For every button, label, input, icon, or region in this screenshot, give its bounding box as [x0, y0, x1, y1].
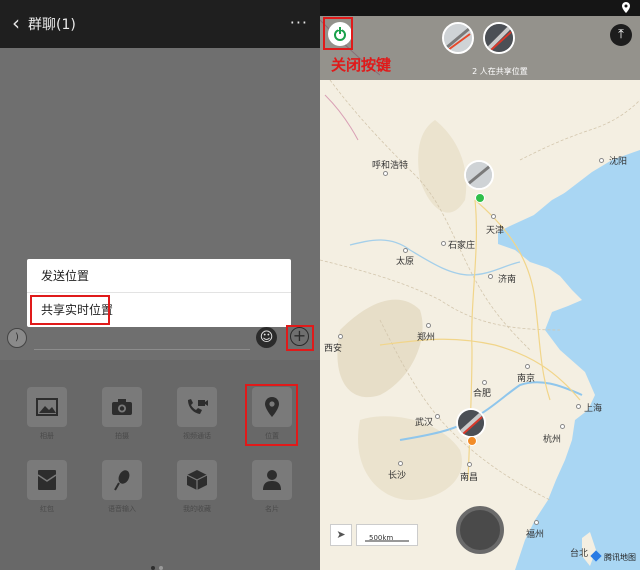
scale-label: 500km: [369, 534, 394, 542]
tool-label: 红包: [40, 505, 54, 513]
city-dot: [426, 323, 431, 328]
person-icon: [263, 470, 281, 490]
map-scale: 500km: [356, 524, 418, 546]
cube-icon: [186, 470, 208, 490]
sharing-count-text: 2 人在共享位置: [472, 67, 528, 76]
city-dot: [441, 241, 446, 246]
city-dot: [488, 274, 493, 279]
city-dot: [525, 364, 530, 369]
more-dots-icon[interactable]: ···: [290, 13, 308, 32]
gps-pin-icon: [622, 2, 630, 13]
red-packet-icon: [37, 470, 57, 490]
city-label: 南昌: [460, 473, 479, 483]
status-bar: [320, 0, 640, 16]
page-indicator: [151, 555, 167, 570]
message-input[interactable]: [34, 349, 250, 350]
tool-label: 名片: [265, 505, 279, 513]
user-green-dot: [475, 193, 485, 203]
city-label: 沈阳: [609, 157, 628, 167]
close-button-annotation: 关闭按键: [331, 56, 392, 74]
tool-video-call[interactable]: 视频通话: [167, 387, 227, 451]
city-dot: [467, 462, 472, 467]
city-label: 上海: [584, 404, 603, 414]
user-location-marker[interactable]: [456, 408, 486, 438]
map-brand: 腾讯地图: [590, 550, 636, 563]
city-dot: [383, 171, 388, 176]
video-call-icon: [188, 399, 208, 414]
location-pin-icon: [265, 397, 279, 417]
chat-screen: ‹ 群聊(1) ··· 发送位置 共享实时位置 ) ☺ + 相册 拍摄 视频通话…: [0, 0, 320, 570]
city-label: 长沙: [388, 471, 407, 481]
city-dot: [599, 158, 604, 163]
city-label: 郑州: [417, 333, 436, 343]
chat-header: ‹ 群聊(1) ···: [0, 0, 320, 48]
map-canvas[interactable]: [320, 0, 640, 570]
power-icon[interactable]: [328, 22, 352, 46]
city-label: 合肥: [473, 389, 492, 399]
tool-label: 视频通话: [183, 432, 211, 440]
minimize-map-icon[interactable]: ⤒: [610, 24, 632, 46]
tool-location[interactable]: 位置: [242, 387, 302, 451]
city-label: 西安: [324, 344, 343, 354]
chat-title: 群聊(1): [28, 17, 76, 33]
plus-icon[interactable]: +: [290, 327, 309, 346]
city-label: 南京: [517, 374, 536, 384]
tool-label: 拍摄: [115, 432, 129, 440]
tencent-map-logo-icon: [590, 550, 602, 562]
city-label: 呼和浩特: [372, 161, 409, 171]
city-label: 太原: [396, 257, 415, 267]
tool-album[interactable]: 相册: [17, 387, 77, 451]
chat-input-bar: ) ☺ +: [0, 323, 320, 353]
user-location-marker[interactable]: [464, 160, 494, 190]
my-location-icon[interactable]: ➤: [330, 524, 352, 546]
tool-camera[interactable]: 拍摄: [92, 387, 152, 451]
city-dot: [560, 424, 565, 429]
emoji-icon[interactable]: ☺: [256, 327, 277, 348]
city-dot: [403, 248, 408, 253]
city-dot: [534, 520, 539, 525]
back-arrow-icon[interactable]: ‹: [6, 12, 26, 34]
tool-label: 语音输入: [108, 505, 136, 513]
city-dot: [576, 404, 581, 409]
city-label: 杭州: [543, 435, 562, 445]
tool-red-packet[interactable]: 红包: [17, 460, 77, 524]
share-realtime-location-option[interactable]: 共享实时位置: [27, 293, 291, 327]
tool-voice-input[interactable]: 语音输入: [92, 460, 152, 524]
tool-contact-card[interactable]: 名片: [242, 460, 302, 524]
city-dot: [491, 214, 496, 219]
city-label: 天津: [486, 226, 505, 236]
tool-label: 位置: [265, 432, 279, 440]
city-label: 台北: [570, 549, 589, 559]
city-label: 济南: [498, 275, 517, 285]
city-dot: [435, 414, 440, 419]
send-location-option[interactable]: 发送位置: [27, 259, 291, 293]
shared-location-map-screen: 关闭按键 2 人在共享位置 ⤒ 呼和浩特 沈阳 天津 石家庄 太原 济南 郑州 …: [320, 0, 640, 570]
avatar[interactable]: [442, 22, 474, 54]
picture-icon: [36, 398, 58, 416]
location-menu: 发送位置 共享实时位置: [27, 259, 291, 327]
city-dot: [338, 334, 343, 339]
tool-label: 我的收藏: [183, 505, 211, 513]
tool-label: 相册: [40, 432, 54, 440]
voice-icon[interactable]: ): [7, 328, 27, 348]
brand-label: 腾讯地图: [604, 553, 636, 562]
city-dot: [398, 461, 403, 466]
talk-button[interactable]: [456, 506, 504, 554]
avatar[interactable]: [483, 22, 515, 54]
user-orange-dot: [467, 436, 477, 446]
city-label: 石家庄: [448, 241, 476, 251]
city-label: 福州: [526, 530, 545, 540]
voice-input-icon: [114, 470, 130, 491]
city-label: 武汉: [415, 418, 434, 428]
tool-favorites[interactable]: 我的收藏: [167, 460, 227, 524]
city-dot: [482, 380, 487, 385]
camera-icon: [112, 399, 132, 415]
